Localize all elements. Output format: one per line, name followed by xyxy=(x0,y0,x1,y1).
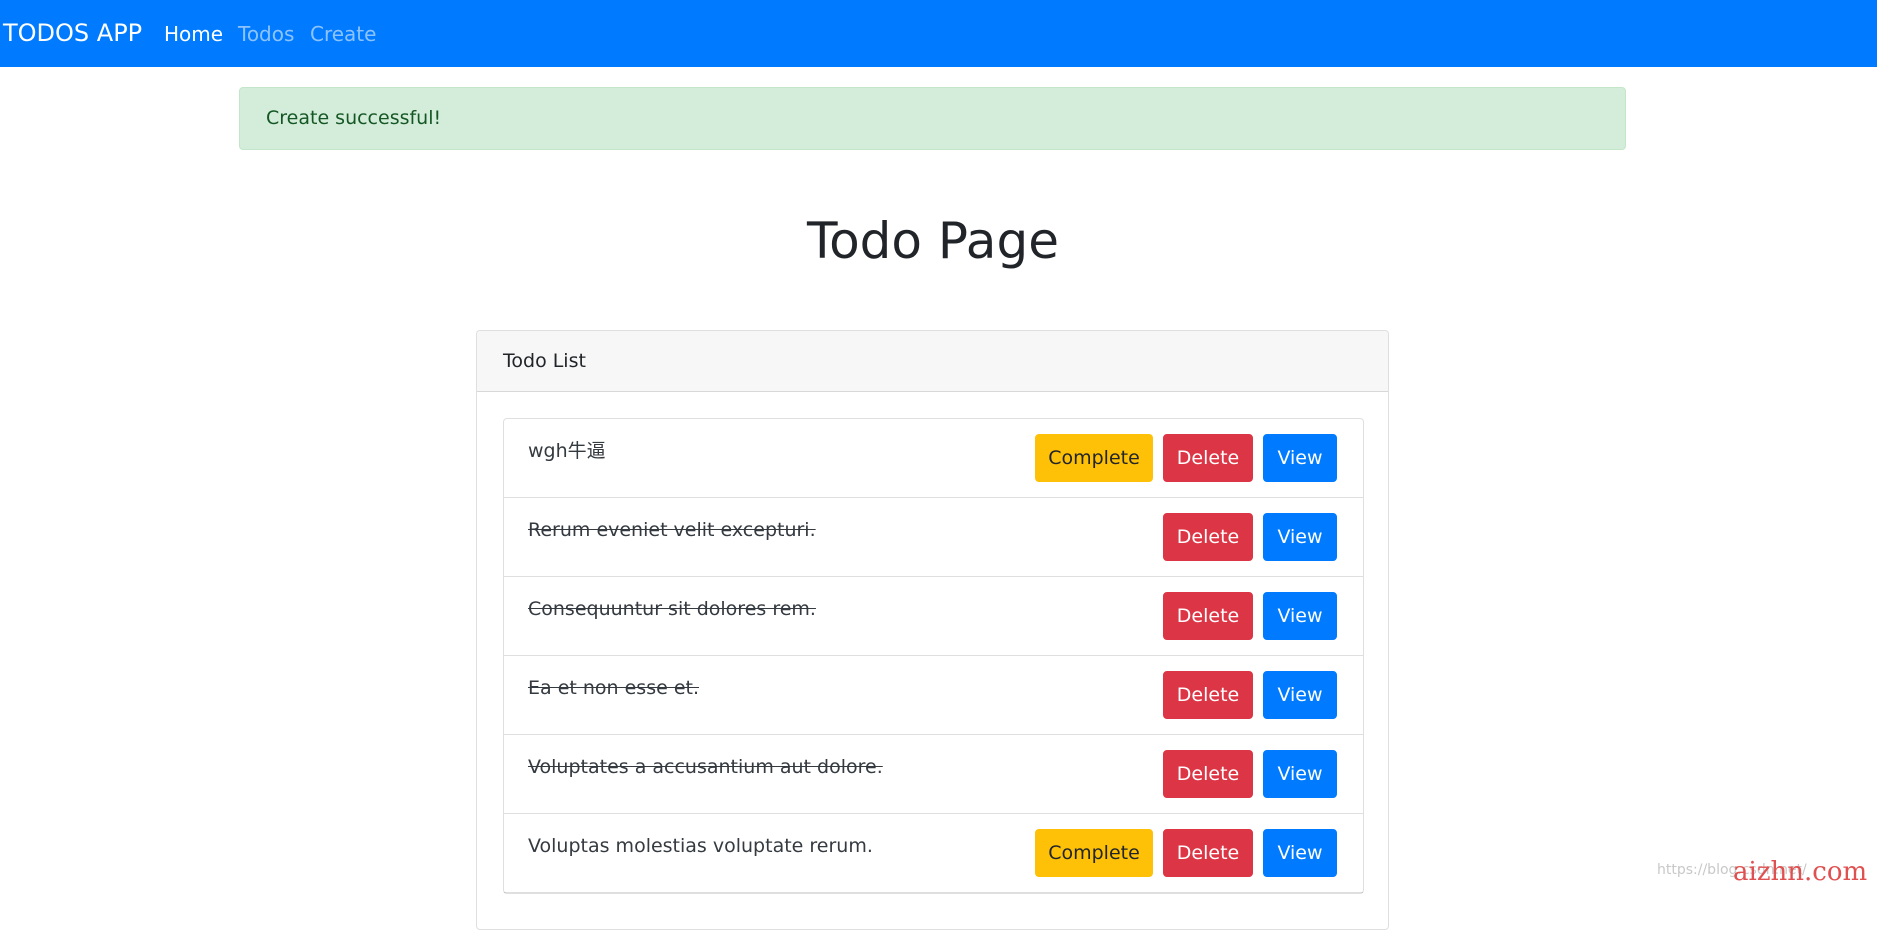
todo-item: Ea et non esse et. Delete View xyxy=(504,656,1363,735)
complete-button[interactable]: Complete xyxy=(1035,829,1153,877)
top-navbar: TODOS APP Home Todos Create xyxy=(0,0,1877,67)
todo-list: wgh牛逼 Complete Delete View Rerum eveniet vel… xyxy=(503,418,1364,894)
page-title: Todo Page xyxy=(807,212,1059,270)
todo-text: Voluptas molestias voluptate rerum. xyxy=(528,835,873,857)
view-button[interactable]: View xyxy=(1263,513,1337,561)
todo-item: Rerum eveniet velit excepturi. Delete View xyxy=(504,498,1363,577)
todo-item: Voluptas molestias voluptate rerum. Compl… xyxy=(504,814,1363,893)
delete-button[interactable]: Delete xyxy=(1163,829,1253,877)
todo-actions: Complete Delete View xyxy=(1035,434,1337,482)
nav-link-create[interactable]: Create xyxy=(310,20,376,48)
brand-link[interactable]: TODOS APP xyxy=(3,17,142,49)
todo-text: Ea et non esse et. xyxy=(528,677,700,699)
delete-button[interactable]: Delete xyxy=(1163,592,1253,640)
complete-button[interactable]: Complete xyxy=(1035,434,1153,482)
todo-actions: Delete View xyxy=(1163,750,1337,798)
todo-text: wgh牛逼 xyxy=(528,440,606,462)
todo-text: Voluptates a accusantium aut dolore. xyxy=(528,756,883,778)
delete-button[interactable]: Delete xyxy=(1163,513,1253,561)
view-button[interactable]: View xyxy=(1263,434,1337,482)
view-button[interactable]: View xyxy=(1263,671,1337,719)
card-header: Todo List xyxy=(477,331,1388,392)
nav-link-todos[interactable]: Todos xyxy=(238,20,294,48)
todo-text: Rerum eveniet velit excepturi. xyxy=(528,519,816,541)
watermark-logo: aizhn.com xyxy=(1733,857,1868,887)
view-button[interactable]: View xyxy=(1263,592,1337,640)
view-button[interactable]: View xyxy=(1263,750,1337,798)
delete-button[interactable]: Delete xyxy=(1163,750,1253,798)
todo-item: wgh牛逼 Complete Delete View xyxy=(504,419,1363,498)
delete-button[interactable]: Delete xyxy=(1163,671,1253,719)
nav-link-home[interactable]: Home xyxy=(164,20,223,48)
todo-text: Consequuntur sit dolores rem. xyxy=(528,598,816,620)
todo-item: Voluptates a accusantium aut dolore. Dele… xyxy=(504,735,1363,814)
success-alert: Create successful! xyxy=(239,87,1626,150)
view-button[interactable]: View xyxy=(1263,829,1337,877)
delete-button[interactable]: Delete xyxy=(1163,434,1253,482)
todo-card: Todo List wgh牛逼 Complete Delete View Rerum e… xyxy=(476,330,1389,930)
todo-actions: Complete Delete View xyxy=(1035,829,1337,877)
todo-actions: Delete View xyxy=(1163,592,1337,640)
todo-actions: Delete View xyxy=(1163,671,1337,719)
todo-actions: Delete View xyxy=(1163,513,1337,561)
todo-item: Consequuntur sit dolores rem. Delete View xyxy=(504,577,1363,656)
